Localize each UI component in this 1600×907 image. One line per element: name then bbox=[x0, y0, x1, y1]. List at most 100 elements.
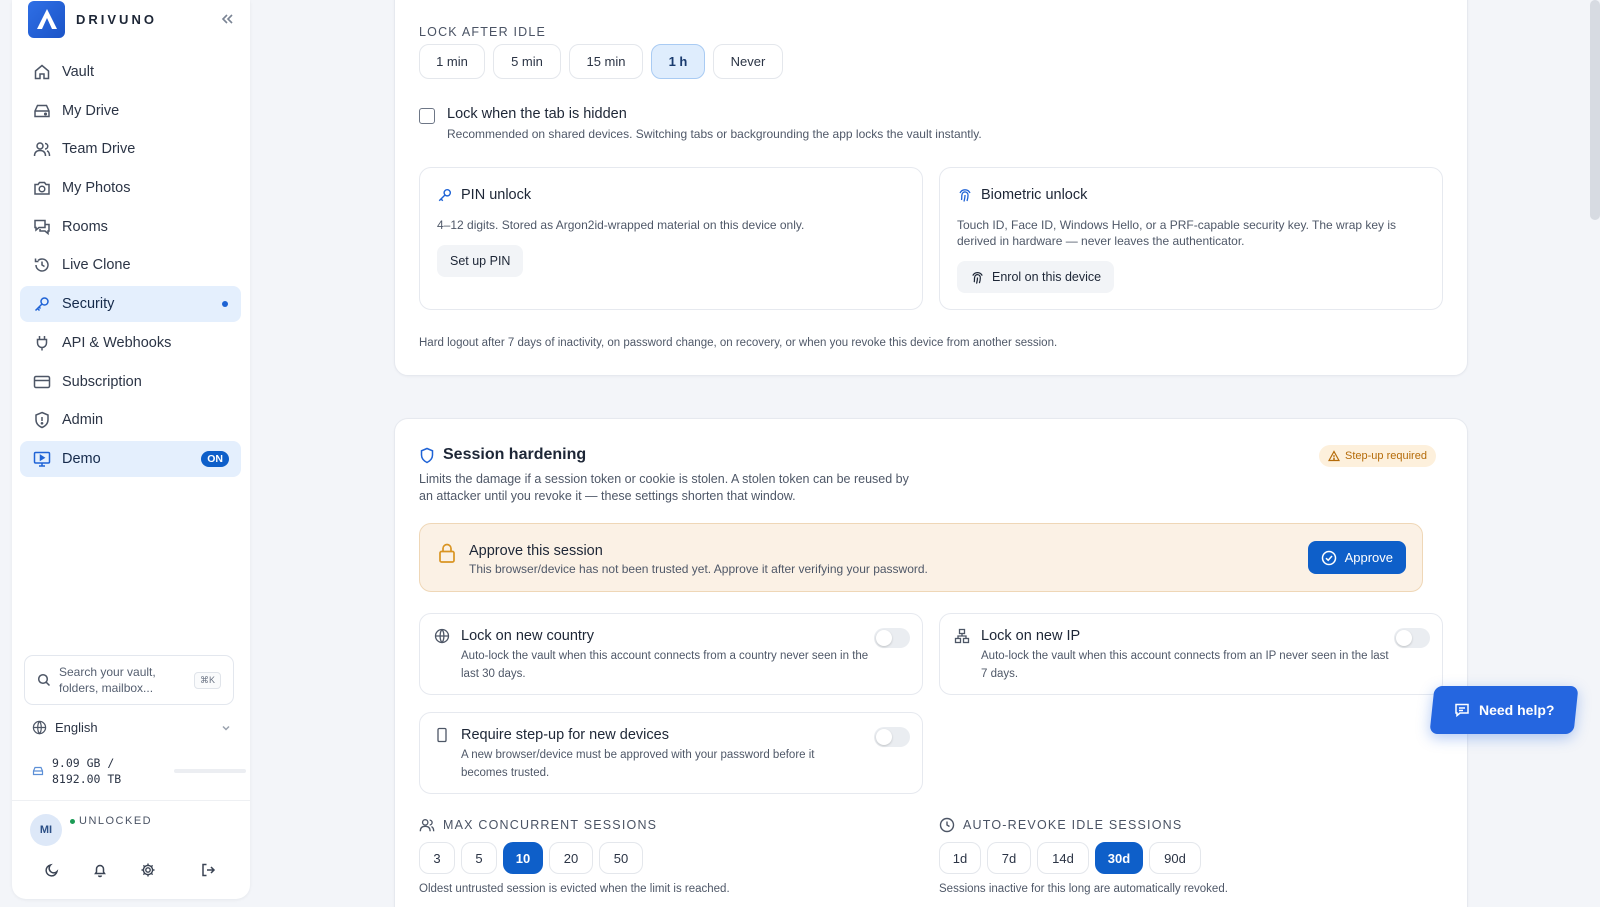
shield-icon bbox=[32, 410, 52, 430]
monitor-icon bbox=[32, 449, 52, 469]
demo-on-badge[interactable]: ON bbox=[201, 450, 229, 467]
approve-button[interactable]: Approve bbox=[1307, 541, 1406, 574]
lock-settings-card: LOCK AFTER IDLE 1 min 5 min 15 min 1 h N… bbox=[394, 0, 1468, 376]
lock-option-1min[interactable]: 1 min bbox=[419, 44, 485, 79]
setup-pin-button[interactable]: Set up PIN bbox=[437, 245, 524, 277]
lock-option-never[interactable]: Never bbox=[713, 44, 783, 79]
max-sessions-option-3[interactable]: 3 bbox=[419, 842, 455, 874]
sidebar-item-my-photos[interactable]: My Photos bbox=[20, 170, 241, 206]
drive-icon bbox=[32, 101, 52, 121]
sidebar-item-demo[interactable]: Demo ON bbox=[20, 440, 241, 477]
globe-icon bbox=[32, 720, 47, 735]
lock-option-1h[interactable]: 1 h bbox=[651, 44, 705, 79]
sidebar-item-rooms[interactable]: Rooms bbox=[20, 209, 241, 245]
badge-label: Step-up required bbox=[1345, 450, 1427, 462]
max-sessions-option-20[interactable]: 20 bbox=[549, 842, 593, 874]
history-icon bbox=[32, 255, 52, 275]
approve-label: Approve bbox=[1344, 550, 1393, 565]
auto-revoke-caption-text: AUTO-REVOKE IDLE SESSIONS bbox=[963, 818, 1183, 832]
device-icon bbox=[434, 727, 450, 743]
sidebar-item-admin[interactable]: Admin bbox=[20, 402, 241, 438]
divider bbox=[12, 800, 250, 801]
revoke-option-14d[interactable]: 14d bbox=[1037, 842, 1089, 874]
sidebar-item-team-drive[interactable]: Team Drive bbox=[20, 131, 241, 167]
lock-new-ip-desc: Auto-lock the vault when this account co… bbox=[981, 650, 1389, 680]
key-icon bbox=[32, 294, 52, 314]
lock-icon bbox=[437, 542, 457, 564]
key-icon bbox=[437, 187, 453, 203]
users-icon bbox=[32, 139, 52, 159]
sidebar: DRIVUNO Vault My Drive Team Drive My Pho… bbox=[12, 0, 250, 899]
logo[interactable] bbox=[28, 0, 65, 38]
bell-icon[interactable] bbox=[92, 862, 108, 878]
chevron-down-icon bbox=[220, 722, 232, 734]
active-indicator-dot bbox=[222, 301, 228, 308]
language-value: English bbox=[55, 720, 98, 735]
search-placeholder: Search your vault, folders, mailbox... bbox=[59, 665, 156, 695]
revoke-option-30d[interactable]: 30d bbox=[1095, 842, 1143, 874]
pin-unlock-desc: 4–12 digits. Stored as Argon2id-wrapped … bbox=[437, 218, 805, 232]
revoke-option-7d[interactable]: 7d bbox=[987, 842, 1031, 874]
search-icon bbox=[37, 673, 51, 687]
lock-new-ip-card: Lock on new IP Auto-lock the vault when … bbox=[939, 613, 1443, 695]
sidebar-item-label: API & Webhooks bbox=[62, 334, 172, 351]
sidebar-item-label: My Photos bbox=[62, 180, 131, 197]
sidebar-item-label: Team Drive bbox=[62, 141, 136, 158]
avatar[interactable]: MI bbox=[30, 814, 62, 846]
sidebar-item-api-webhooks[interactable]: API & Webhooks bbox=[20, 325, 241, 361]
max-sessions-note: Oldest untrusted session is evicted when… bbox=[419, 883, 730, 895]
sidebar-item-my-drive[interactable]: My Drive bbox=[20, 93, 241, 129]
chat-icon bbox=[32, 217, 52, 237]
brand: DRIVUNO bbox=[28, 0, 238, 38]
collapse-sidebar-icon[interactable] bbox=[220, 12, 234, 26]
status-text: UNLOCKED bbox=[79, 815, 153, 827]
enrol-device-label: Enrol on this device bbox=[992, 270, 1102, 284]
scrollbar[interactable] bbox=[1590, 0, 1600, 220]
sidebar-item-live-clone[interactable]: Live Clone bbox=[20, 247, 241, 283]
need-help-label: Need help? bbox=[1478, 702, 1555, 718]
logout-icon[interactable] bbox=[200, 862, 216, 878]
lock-new-ip-title: Lock on new IP bbox=[981, 628, 1081, 644]
step-up-devices-card: Require step-up for new devices A new br… bbox=[419, 712, 923, 794]
sidebar-item-label: Live Clone bbox=[62, 257, 131, 274]
lock-tab-hidden-checkbox[interactable] bbox=[419, 108, 435, 124]
step-up-devices-title: Require step-up for new devices bbox=[461, 727, 669, 743]
step-up-devices-toggle[interactable] bbox=[874, 727, 910, 747]
revoke-option-1d[interactable]: 1d bbox=[939, 842, 981, 874]
search-shortcut: ⌘K bbox=[193, 672, 221, 689]
sidebar-item-vault[interactable]: Vault bbox=[20, 54, 241, 90]
language-select[interactable]: English bbox=[32, 720, 232, 735]
sidebar-item-label: Rooms bbox=[62, 218, 108, 235]
storage-text: 9.09 GB / 8192.00 TB bbox=[52, 756, 122, 786]
auto-revoke-note: Sessions inactive for this long are auto… bbox=[939, 883, 1228, 895]
step-up-devices-desc: A new browser/device must be approved wi… bbox=[461, 749, 815, 779]
lock-new-ip-toggle[interactable] bbox=[1394, 628, 1430, 648]
biometric-unlock-title: Biometric unlock bbox=[981, 187, 1088, 203]
session-hardening-card: Session hardening Step-up required Limit… bbox=[394, 418, 1468, 907]
users-icon bbox=[419, 817, 435, 833]
lock-option-5min[interactable]: 5 min bbox=[493, 44, 561, 79]
revoke-option-90d[interactable]: 90d bbox=[1149, 842, 1201, 874]
sidebar-nav: Vault My Drive Team Drive My Photos Room… bbox=[20, 54, 241, 480]
need-help-button[interactable]: Need help? bbox=[1429, 686, 1579, 734]
check-circle-icon bbox=[1321, 550, 1337, 566]
enrol-device-button[interactable]: Enrol on this device bbox=[957, 261, 1115, 293]
max-sessions-option-10[interactable]: 10 bbox=[503, 842, 543, 874]
sidebar-item-label: Subscription bbox=[62, 373, 142, 390]
sidebar-item-label: Demo bbox=[62, 450, 101, 467]
biometric-unlock-desc: Touch ID, Face ID, Windows Hello, or a P… bbox=[957, 218, 1397, 248]
lock-new-country-toggle[interactable] bbox=[874, 628, 910, 648]
lock-new-country-desc: Auto-lock the vault when this account co… bbox=[461, 650, 869, 680]
approve-session-desc: This browser/device has not been trusted… bbox=[469, 562, 928, 576]
max-sessions-option-50[interactable]: 50 bbox=[599, 842, 643, 874]
storage-bar bbox=[174, 769, 246, 773]
network-icon bbox=[954, 628, 970, 644]
sidebar-item-subscription[interactable]: Subscription bbox=[20, 364, 241, 400]
sidebar-search[interactable]: Search your vault, folders, mailbox... ⌘… bbox=[24, 655, 234, 705]
gear-icon[interactable] bbox=[140, 862, 156, 878]
moon-icon[interactable] bbox=[44, 862, 60, 878]
lock-tab-hidden-title: Lock when the tab is hidden bbox=[447, 106, 627, 122]
max-sessions-option-5[interactable]: 5 bbox=[461, 842, 497, 874]
lock-option-15min[interactable]: 15 min bbox=[569, 44, 643, 79]
sidebar-item-security[interactable]: Security bbox=[20, 286, 241, 323]
